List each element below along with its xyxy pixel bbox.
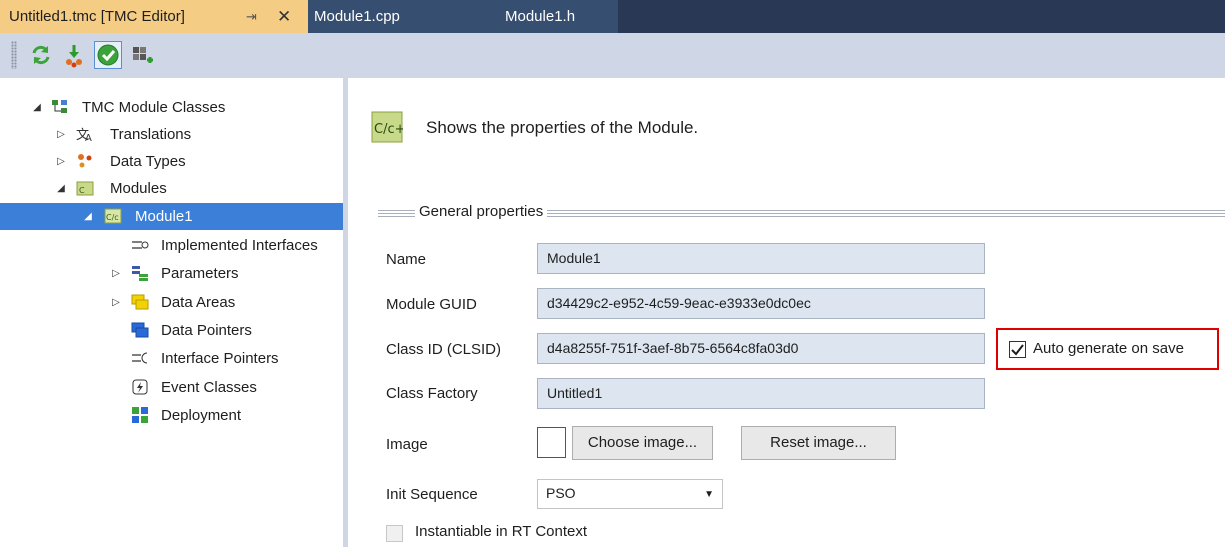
interface-pointer-icon — [131, 349, 149, 367]
svg-text:A: A — [85, 133, 92, 143]
tab-untitled1-tmc[interactable]: Untitled1.tmc [TMC Editor] ⇥ ✕ — [0, 0, 308, 33]
tab-module1-cpp[interactable]: Module1.cpp — [308, 0, 498, 33]
module-class-tree: ◢ TMC Module Classes ▷ 文A Translations ▷… — [0, 78, 343, 547]
tree-item-deployment[interactable]: Deployment — [0, 402, 343, 429]
tree-item-modules[interactable]: ◢ C Modules — [0, 175, 343, 202]
tree-item-implemented-interfaces[interactable]: Implemented Interfaces — [0, 232, 343, 259]
checkmark-icon — [1011, 344, 1024, 356]
tree-item-label: Parameters — [161, 265, 239, 282]
parameters-icon — [131, 264, 149, 282]
tree-item-data-types[interactable]: ▷ Data Types — [0, 148, 343, 175]
tree-item-interface-pointers[interactable]: Interface Pointers — [0, 345, 343, 372]
instantiable-rt-checkbox[interactable] — [386, 525, 403, 542]
expanded-arrow-icon[interactable]: ◢ — [82, 203, 94, 230]
toolbar-grip[interactable] — [11, 41, 17, 69]
collapsed-arrow-icon[interactable]: ▷ — [110, 289, 122, 316]
init-sequence-value: PSO — [546, 485, 576, 501]
deployment-icon — [131, 406, 149, 424]
chevron-down-icon: ▼ — [704, 489, 714, 500]
svg-text:C: C — [79, 186, 85, 195]
tree-item-label: TMC Module Classes — [82, 99, 226, 116]
expanded-arrow-icon[interactable]: ◢ — [31, 94, 43, 121]
tree-item-label: Event Classes — [161, 379, 257, 396]
module-guid-field[interactable]: d34429c2-e952-4c59-9eac-e3933e0dc0ec — [537, 288, 985, 319]
event-class-icon — [131, 378, 149, 396]
translation-icon: 文A — [76, 125, 94, 143]
refresh-button[interactable] — [27, 41, 55, 69]
module-classes-icon — [51, 98, 69, 116]
init-sequence-label: Init Sequence — [386, 486, 478, 503]
document-tab-strip: Untitled1.tmc [TMC Editor] ⇥ ✕ Module1.c… — [0, 0, 1225, 33]
tree-item-translations[interactable]: ▷ 文A Translations — [0, 121, 343, 148]
tree-item-label: Interface Pointers — [161, 350, 279, 367]
interface-icon — [131, 236, 149, 254]
generate-icon — [66, 45, 82, 68]
pin-icon[interactable]: ⇥ — [246, 0, 257, 33]
tree-item-event-classes[interactable]: Event Classes — [0, 374, 343, 401]
tab-module1-h[interactable]: Module1.h — [498, 0, 618, 33]
tree-item-label: Modules — [110, 180, 167, 197]
collapsed-arrow-icon[interactable]: ▷ — [55, 121, 67, 148]
module-properties-panel: C/c++ Shows the properties of the Module… — [348, 78, 1225, 547]
class-factory-label: Class Factory — [386, 385, 478, 402]
choose-image-button[interactable]: Choose image... — [572, 426, 713, 460]
name-label: Name — [386, 251, 427, 268]
close-icon[interactable]: ✕ — [277, 0, 291, 33]
collapsed-arrow-icon[interactable]: ▷ — [110, 260, 122, 287]
module-guid-label: Module GUID — [386, 296, 477, 313]
tree-item-data-pointers[interactable]: Data Pointers — [0, 317, 343, 344]
name-field[interactable]: Module1 — [537, 243, 985, 274]
editor-toolbar — [0, 33, 1225, 78]
refresh-icon — [32, 45, 50, 65]
tree-item-data-areas[interactable]: ▷ Data Areas — [0, 289, 343, 316]
image-preview — [537, 427, 566, 458]
tree-item-label: Data Types — [110, 153, 186, 170]
tab-label: Module1.h — [505, 8, 576, 25]
tree-item-label: Implemented Interfaces — [161, 237, 318, 254]
tree-item-parameters[interactable]: ▷ Parameters — [0, 260, 343, 287]
panel-description: Shows the properties of the Module. — [426, 118, 699, 137]
tree-item-label: Data Pointers — [161, 322, 252, 339]
tree-item-label: Translations — [110, 126, 192, 143]
svg-text:C/c++: C/c++ — [374, 122, 403, 137]
modules-folder-icon: C — [76, 179, 94, 197]
checkmark-icon — [97, 44, 119, 66]
tab-label: Untitled1.tmc [TMC Editor] — [9, 8, 185, 25]
data-types-icon — [76, 152, 94, 170]
auto-generate-highlight: Auto generate on save — [996, 328, 1219, 370]
auto-generate-label: Auto generate on save — [1033, 340, 1184, 357]
image-label: Image — [386, 436, 428, 453]
data-areas-icon — [131, 293, 149, 311]
module-icon: C/c — [104, 207, 122, 225]
group-general-properties: General properties — [378, 203, 1225, 222]
data-pointers-icon — [131, 321, 149, 339]
check-button[interactable] — [94, 41, 122, 69]
tab-label: Module1.cpp — [314, 8, 400, 25]
auto-generate-checkbox[interactable] — [1009, 341, 1026, 358]
class-id-label: Class ID (CLSID) — [386, 341, 502, 358]
class-id-field[interactable]: d4a8255f-751f-3aef-8b75-6564c8fa03d0 — [537, 333, 985, 364]
tree-item-tmc-module-classes[interactable]: ◢ TMC Module Classes — [0, 94, 343, 121]
deploy-icon — [133, 47, 153, 63]
class-factory-field[interactable]: Untitled1 — [537, 378, 985, 409]
tree-item-label: Module1 — [135, 208, 193, 225]
tree-item-module1[interactable]: ◢ C/c Module1 — [0, 203, 343, 230]
module-class-icon: C/c++ — [371, 111, 416, 143]
tree-item-label: Data Areas — [161, 294, 236, 311]
tree-item-label: Deployment — [161, 407, 242, 424]
reset-image-button[interactable]: Reset image... — [741, 426, 896, 460]
expanded-arrow-icon[interactable]: ◢ — [55, 175, 67, 202]
collapsed-arrow-icon[interactable]: ▷ — [55, 148, 67, 175]
svg-text:C/c: C/c — [106, 213, 119, 222]
generate-button[interactable] — [60, 41, 88, 69]
group-title: General properties — [415, 203, 548, 220]
instantiable-rt-label: Instantiable in RT Context — [415, 523, 588, 540]
deploy-button[interactable] — [127, 41, 155, 69]
init-sequence-select[interactable]: PSO ▼ — [537, 479, 723, 509]
